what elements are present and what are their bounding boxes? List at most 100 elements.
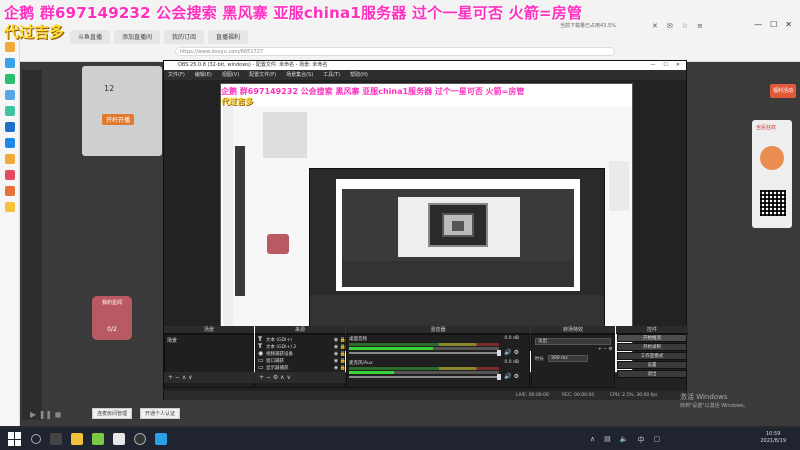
eye-icon[interactable]: ◉ 🔒 <box>334 358 346 364</box>
sidebar-b-icon[interactable] <box>4 122 15 132</box>
volume-slider[interactable] <box>349 352 499 354</box>
sidebar-star-icon[interactable] <box>4 42 15 52</box>
menu-help[interactable]: 帮助(H) <box>350 70 368 80</box>
speaker-gear-icon[interactable]: 🔊 ⚙ <box>504 373 519 380</box>
star-icon[interactable]: ☆ <box>682 22 688 30</box>
scenes-toolbar[interactable]: + − ∧ ∨ <box>164 372 254 383</box>
tab-1[interactable]: 添加直播间 <box>114 30 161 44</box>
source-item[interactable]: T 文本 (GDI+) 2 ◉ 🔒 <box>258 343 346 350</box>
address-bar[interactable]: https://www.douyu.com/6651727 <box>175 47 615 56</box>
studio-mode-button[interactable]: 工作室模式 <box>617 352 687 360</box>
eye-icon[interactable]: ◉ 🔒 <box>334 365 346 371</box>
mascot-widget[interactable]: 我的星闻 0/2 <box>92 296 132 340</box>
maximize-button[interactable]: ☐ <box>770 20 777 29</box>
task-view-icon[interactable] <box>50 433 62 445</box>
sidebar-chat-icon[interactable] <box>4 58 15 68</box>
doc-app-icon[interactable] <box>113 433 125 445</box>
speaker-gear-icon[interactable]: 🔊 ⚙ <box>504 349 519 356</box>
preview-nested-obs-2-dock <box>342 261 574 287</box>
menu-profile[interactable]: 配置文件(P) <box>249 70 276 80</box>
eye-icon[interactable]: ◉ 🔒 <box>334 344 346 350</box>
transitions-header: 转场特效 <box>531 326 615 334</box>
start-streaming-button[interactable]: 开始推流 <box>617 334 687 342</box>
source-item[interactable]: ◉ 视频捕获设备 ◉ 🔒 <box>258 350 346 357</box>
obs-statusbar: LIVE: 00:00:00 REC: 00:00:00 CPU: 2.5%, … <box>164 391 688 400</box>
tab-2[interactable]: 我的订阅 <box>164 30 205 44</box>
start-recording-button[interactable]: 开始录制 <box>617 343 687 351</box>
obs-app-icon[interactable] <box>134 433 146 445</box>
source-label: 视频捕获设备 <box>266 351 293 357</box>
sidebar-app-icon[interactable] <box>4 138 15 148</box>
scene-item[interactable]: 场景 <box>167 337 253 344</box>
close-button[interactable]: ✕ <box>785 20 792 29</box>
menu-edit[interactable]: 编辑(E) <box>195 70 212 80</box>
camera-source-icon: ◉ <box>258 349 264 357</box>
menu-file[interactable]: 文件(F) <box>168 70 185 80</box>
mascot-counter: 0/2 <box>107 326 117 333</box>
menu-view[interactable]: 视图(V) <box>222 70 239 80</box>
level-meter <box>349 367 499 370</box>
recursive-frame-1 <box>428 203 488 247</box>
tray-volume-icon[interactable]: 🔈 <box>620 435 629 445</box>
mail-icon[interactable]: ✉ <box>667 22 673 30</box>
tab-0[interactable]: 斗鱼直播 <box>70 30 111 44</box>
eye-icon[interactable]: ◉ 🔒 <box>334 337 346 343</box>
tray-notify-icon[interactable]: ▢ <box>653 435 660 445</box>
sidebar-fox-icon[interactable] <box>4 154 15 164</box>
welfare-badge[interactable]: 福利活动 <box>770 84 796 98</box>
volume-slider[interactable] <box>349 376 499 378</box>
obs-maximize-button[interactable]: ☐ <box>663 61 667 70</box>
menu-icon[interactable]: ≡ <box>697 22 703 30</box>
windows-start-icon[interactable] <box>8 432 22 446</box>
audio-mixer: 桌面音频 0.0 dB 🔊 ⚙ 麦克风/Aux 0.0 dB 🔊 ⚙ <box>346 334 530 388</box>
controls-header: 控件 <box>616 326 688 334</box>
sidebar-game-icon[interactable] <box>4 170 15 180</box>
tray-chevron-icon[interactable]: ∧ <box>590 435 595 445</box>
sources-toolbar[interactable]: + − ⚙ ∧ ∨ <box>255 372 345 383</box>
sidebar-tool-icon[interactable] <box>4 202 15 212</box>
volume-slider-knob[interactable] <box>497 374 501 380</box>
exit-button[interactable]: 退出 <box>617 370 687 378</box>
sidebar-cloud-icon[interactable] <box>4 90 15 100</box>
clock-date: 2021/8/19 <box>760 438 786 444</box>
source-item[interactable]: T 文本 (GDI+) ◉ 🔒 <box>258 336 346 343</box>
file-explorer-icon[interactable] <box>71 433 83 445</box>
event-card[interactable]: 全民狂欢 <box>752 120 792 228</box>
menu-tools[interactable]: 工具(T) <box>323 70 340 80</box>
settings-button[interactable]: 设置 <box>617 361 687 369</box>
mixer-db: 0.0 dB <box>504 360 519 365</box>
source-label: 文本 (GDI+) <box>266 337 292 343</box>
obs-close-button[interactable]: ✕ <box>676 61 680 70</box>
sidebar-wechat-icon[interactable] <box>4 74 15 84</box>
mascot-title: 我的星闻 <box>101 300 122 306</box>
transition-add-icon[interactable]: + − ⚙ <box>598 347 612 352</box>
tray-ime-icon[interactable]: 中 <box>637 435 644 445</box>
menu-scene-collection[interactable]: 场景集合(S) <box>286 70 313 80</box>
tab-3[interactable]: 直播福利 <box>208 30 249 44</box>
banner-line2: 代过吉多 <box>4 23 65 41</box>
player-controls[interactable]: ▶ ❚❚ ◼ <box>30 410 61 419</box>
verify-button[interactable]: 开通个人认证 <box>140 408 181 419</box>
preview-nested-obs-preview <box>336 179 580 291</box>
live-timer: LIVE: 00:00:00 <box>516 393 549 398</box>
search-icon[interactable] <box>31 434 41 444</box>
taskbar-clock[interactable]: 10:59 2021/8/19 <box>760 431 786 445</box>
duration-input[interactable]: 300 ms <box>548 355 588 362</box>
sidebar-leaf-icon[interactable] <box>4 106 15 116</box>
volume-slider-knob[interactable] <box>497 350 501 356</box>
close-tab-icon[interactable]: ✕ <box>652 22 658 30</box>
manage-room-button[interactable]: 连麦房间管理 <box>92 408 133 419</box>
mixer-header: 混音器 <box>346 326 530 334</box>
taskbar: ∧ ▤ 🔈 中 ▢ 10:59 2021/8/19 <box>0 428 800 450</box>
obs-minimize-button[interactable]: — <box>650 61 655 70</box>
browser-app-icon[interactable] <box>92 433 104 445</box>
qq-app-icon[interactable] <box>155 433 167 445</box>
start-live-button[interactable]: 开杆开播 <box>102 114 135 125</box>
sidebar-weibo-icon[interactable] <box>4 186 15 196</box>
eye-icon[interactable]: ◉ 🔒 <box>334 351 346 357</box>
transition-select[interactable]: 淡出 <box>535 338 611 345</box>
minimize-button[interactable]: — <box>754 20 762 29</box>
source-item[interactable]: ▭ 显示器捕获 ◉ 🔒 <box>258 364 346 371</box>
source-item[interactable]: ▭ 窗口捕获 ◉ 🔒 <box>258 357 346 364</box>
tray-network-icon[interactable]: ▤ <box>604 435 611 445</box>
